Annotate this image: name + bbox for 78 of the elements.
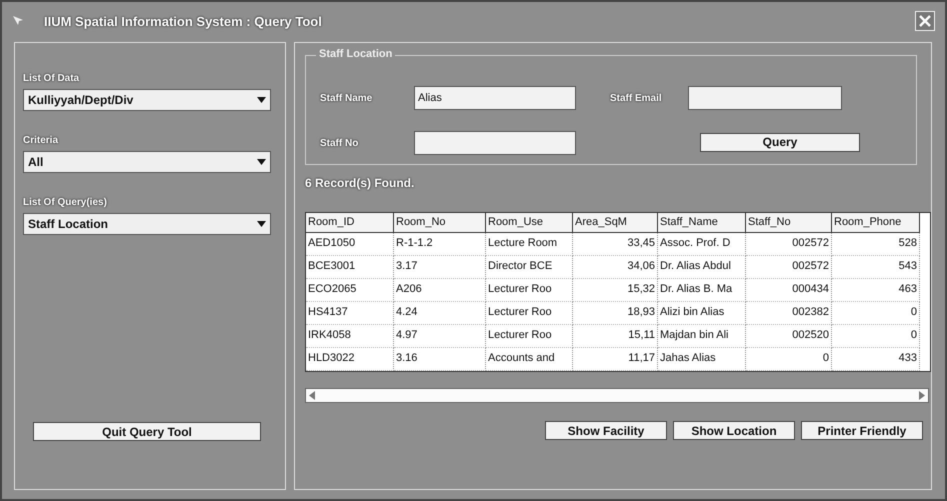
table-cell: 543 [832,256,920,279]
table-cell: 002520 [746,325,832,348]
cursor-icon [12,15,24,27]
table-cell: BCE3001 [306,256,394,279]
table-cell: Assoc. Prof. D [658,233,746,256]
table-cell: 18,93 [573,302,658,325]
column-header[interactable]: Room_ID [306,213,394,233]
table-cell: 15,32 [573,279,658,302]
table-cell: 0 [746,348,832,371]
close-button[interactable] [915,11,935,31]
window-title: IIUM Spatial Information System : Query Tool [44,14,323,28]
action-button[interactable]: Show Facility [545,421,667,440]
horizontal-scrollbar[interactable] [305,388,929,403]
table-cell: Director BCE [486,256,573,279]
dropdown[interactable]: All [23,151,271,173]
field-label: Staff Email [610,92,663,104]
dropdown-arrow-icon[interactable] [257,97,266,103]
table-cell: 0 [832,302,920,325]
table-cell: Lecture Room [486,233,573,256]
table-cell: 0 [832,325,920,348]
field-label: Staff No [320,138,360,149]
action-button[interactable]: Printer Friendly [801,421,923,440]
dropdown-arrow-icon[interactable] [257,159,266,165]
close-icon[interactable] [919,15,931,27]
table-cell: 528 [832,233,920,256]
table-cell: R-1-1.2 [394,233,486,256]
field-label: Criteria [23,135,60,146]
table-cell: 11,17 [573,348,658,371]
dropdown-arrow-icon[interactable] [257,221,266,227]
table-cell: 002572 [746,233,832,256]
text-field[interactable] [688,86,842,110]
table-cell: 4.97 [394,325,486,348]
field-label: List Of Query(ies) [23,197,108,208]
column-header[interactable]: Area_SqM [573,213,658,233]
table-cell: HS4137 [306,302,394,325]
table-cell: IRK4058 [306,325,394,348]
table-cell: 3.17 [394,256,486,279]
table-cell: 3.16 [394,348,486,371]
records-count: 6 Record(s) Found. [305,176,416,190]
table-cell: HLD3022 [306,348,394,371]
table-cell: Dr. Alias Abdul [658,256,746,279]
dropdown[interactable]: Kulliyyah/Dept/Div [23,89,271,111]
column-header[interactable]: Staff_No [746,213,832,233]
group-title: Staff Location [316,48,396,60]
quit-button[interactable]: Quit Query Tool [33,422,261,441]
text-field[interactable]: Alias [414,86,576,110]
table-cell: A206 [394,279,486,302]
column-header[interactable]: Room_No [394,213,486,233]
column-header[interactable]: Room_Phone [832,213,920,233]
action-button[interactable]: Show Location [673,421,795,440]
table-cell: Lecturer Roo [486,325,573,348]
table-cell: Accounts and [486,348,573,371]
table-cell: Alizi bin Alias [658,302,746,325]
table-cell: Majdan bin Ali [658,325,746,348]
field-label: List Of Data [23,73,80,84]
column-header[interactable]: Staff_Name [658,213,746,233]
field-label: Staff Name [320,92,374,104]
table-cell: Lecturer Roo [486,279,573,302]
table-cell: 15,11 [573,325,658,348]
table-cell: ECO2065 [306,279,394,302]
table-cell: 000434 [746,279,832,302]
table-cell: 33,45 [573,233,658,256]
table-cell: 463 [832,279,920,302]
query-button[interactable]: Query [700,132,860,152]
table-cell: Lecturer Roo [486,302,573,325]
table-cell: AED1050 [306,233,394,256]
table-cell: Dr. Alias B. Ma [658,279,746,302]
scroll-left-icon[interactable] [309,391,316,400]
table-cell: 4.24 [394,302,486,325]
table-cell: Jahas Alias [658,348,746,371]
column-header[interactable]: Room_Use [486,213,573,233]
text-field[interactable] [414,131,576,156]
table-cell: 34,06 [573,256,658,279]
table-cell: 433 [832,348,920,371]
table-cell: 002382 [746,302,832,325]
table-cell: 002572 [746,256,832,279]
dropdown[interactable]: Staff Location [23,213,271,235]
scroll-right-icon[interactable] [918,391,925,400]
